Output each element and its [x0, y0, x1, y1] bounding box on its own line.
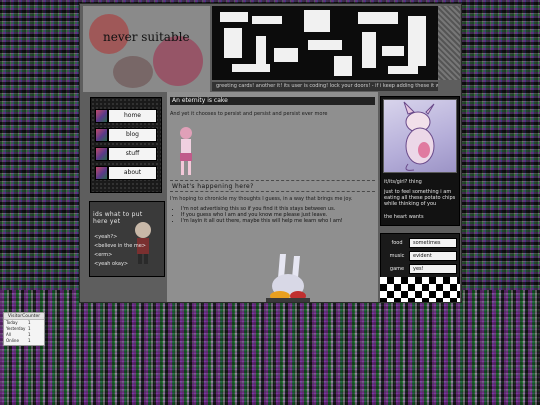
heart-text: the heart wants	[384, 214, 424, 220]
todo-panel: ids what to put here yet <yeah?> <believ…	[89, 201, 165, 277]
nav-thumbnail	[95, 147, 108, 161]
like-row-music: music evident	[385, 251, 457, 261]
nav-thumbnail	[95, 109, 108, 123]
nav-item-home[interactable]: home	[95, 109, 157, 123]
like-value: sometimes	[409, 238, 457, 248]
character-art	[403, 101, 435, 171]
post-body: And yet it chooses to persist and persis…	[170, 111, 328, 117]
page-frame: never suitable greeting cards! another i…	[79, 3, 462, 303]
glitch-background-lower	[0, 290, 540, 405]
divider	[170, 191, 375, 192]
like-row-game: game yes!	[385, 264, 457, 274]
banner-art	[113, 56, 153, 88]
like-value: evident	[409, 251, 457, 261]
profile-image	[383, 99, 457, 173]
list-item: I'm layin it all out there, maybe this w…	[181, 218, 343, 224]
header-banner: never suitable	[83, 6, 210, 92]
bullet-list: I'm not advertising this so if you find …	[181, 206, 343, 224]
todo-item: <believe in the me>	[94, 243, 146, 249]
intro-text: I'm hoping to chronicle my thoughts I gu…	[170, 196, 353, 202]
blurb-text: just to feel something i am eating all t…	[384, 189, 456, 207]
like-category: music	[389, 253, 405, 259]
todo-item: <erm>	[94, 252, 113, 258]
like-category: food	[391, 240, 403, 246]
nav-thumbnail	[95, 166, 108, 180]
pronouns-text: it/its/girl? thing	[384, 179, 422, 185]
pixel-character	[180, 127, 192, 175]
status-marquee: greeting cards! another it! its user is …	[212, 82, 438, 91]
like-row-food: food sometimes	[385, 238, 457, 248]
header-pattern	[438, 6, 460, 80]
like-value: yes!	[409, 264, 457, 274]
todo-list: <yeah?> <believe in the me> <erm> <yeah …	[94, 233, 146, 269]
stuff-button[interactable]: stuff	[108, 147, 157, 161]
counter-label: Online	[6, 338, 19, 343]
todo-item: <yeah?>	[94, 234, 118, 240]
divider	[170, 180, 375, 181]
checkerboard-decoration	[380, 277, 460, 302]
counter-row: Online 1	[4, 338, 44, 344]
nav-item-blog[interactable]: blog	[95, 128, 157, 142]
profile-panel: it/its/girl? thing just to feel somethin…	[380, 96, 460, 226]
post-title: An eternity is cake	[170, 97, 375, 105]
blog-button[interactable]: blog	[108, 128, 157, 142]
nav-thumbnail	[95, 128, 108, 142]
main-content: An eternity is cake And yet it chooses t…	[167, 92, 378, 302]
counter-title: VisitorCounter	[4, 313, 44, 320]
nav-menu: home blog stuff about	[90, 97, 162, 193]
section-title: What's happening here?	[172, 183, 254, 190]
counter-value: 1	[28, 338, 31, 343]
site-title: never suitable	[103, 30, 190, 44]
todo-item: <yeah okay>	[94, 261, 129, 267]
likes-panel: food sometimes music evident game yes!	[380, 233, 460, 278]
visitor-counter[interactable]: VisitorCounter Today 1 Yesterday 1 All 1…	[3, 312, 45, 346]
bunny-sprite	[266, 254, 310, 302]
like-category: game	[389, 266, 405, 272]
home-button[interactable]: home	[108, 109, 157, 123]
nav-item-about[interactable]: about	[95, 166, 157, 180]
header-glitch-art	[212, 6, 438, 80]
nav-item-stuff[interactable]: stuff	[95, 147, 157, 161]
about-button[interactable]: about	[108, 166, 157, 180]
